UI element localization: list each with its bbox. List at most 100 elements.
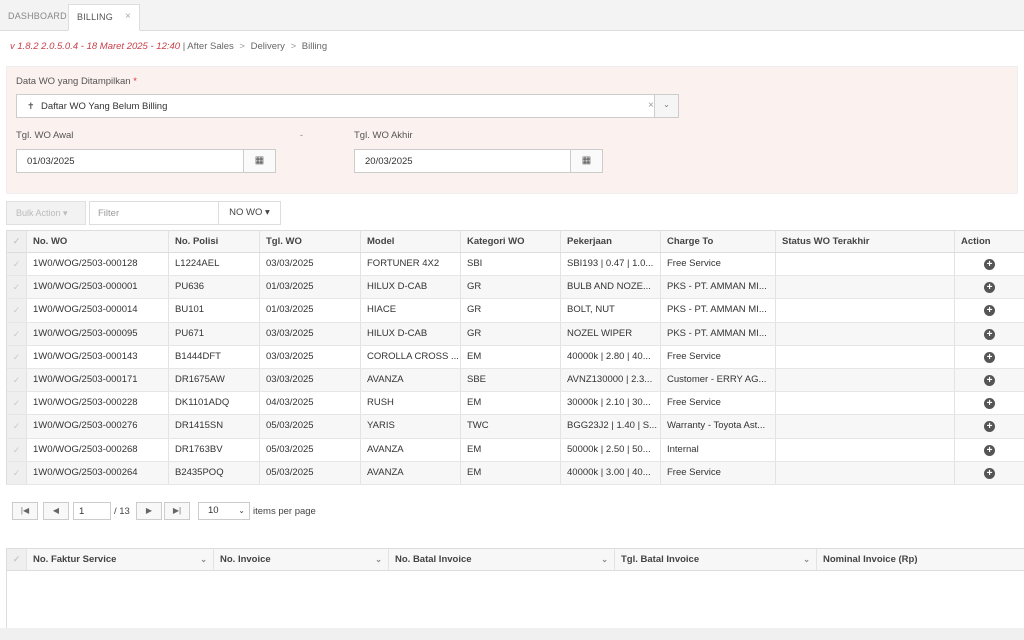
- add-circle-icon[interactable]: +: [984, 259, 995, 270]
- breadcrumb-item-delivery[interactable]: Delivery: [251, 41, 285, 52]
- column-header-nominal-invoice[interactable]: Nominal Invoice (Rp): [817, 549, 1024, 570]
- cell-tgl-wo: 05/03/2025: [260, 461, 361, 484]
- tgl-akhir-field[interactable]: 20/03/2025 ▦: [354, 149, 603, 173]
- column-header-pekerjaan[interactable]: Pekerjaan: [561, 231, 661, 252]
- table-row[interactable]: ✓ 1W0/WOG/2503-000001 PU636 01/03/2025 HILUX…: [7, 276, 1024, 300]
- add-circle-icon[interactable]: +: [984, 398, 995, 410]
- table-row[interactable]: ✓ 1W0/WOG/2503-000228 DK1101ADQ 04/03/2025 R…: [7, 392, 1024, 416]
- cell-model: AVANZA: [361, 438, 461, 461]
- add-circle-icon[interactable]: +: [984, 444, 995, 456]
- row-checkbox[interactable]: ✓: [7, 368, 27, 392]
- column-header-no-invoice-label: No. Invoice: [220, 554, 271, 565]
- add-circle-icon[interactable]: +: [984, 328, 995, 340]
- column-header-no-faktur-service[interactable]: No. Faktur Service ⌄: [27, 549, 214, 570]
- cell-model: COROLLA CROSS ...: [361, 345, 461, 368]
- table-row[interactable]: ✓ 1W0/WOG/2503-000128 L1224AEL 03/03/2025 FO…: [7, 253, 1024, 277]
- table-row[interactable]: ✓ 1W0/WOG/2503-000143 B1444DFT 03/03/2025 CO…: [7, 345, 1024, 369]
- cell-no-polisi: DR1415SN: [169, 415, 260, 438]
- first-page-button[interactable]: |◀: [12, 502, 38, 520]
- add-circle-icon[interactable]: +: [984, 467, 995, 479]
- invoice-select-all-checkbox[interactable]: ✓: [7, 549, 27, 570]
- items-per-page-label: items per page: [253, 506, 316, 517]
- column-header-no-invoice[interactable]: No. Invoice ⌄: [214, 549, 389, 570]
- cell-pekerjaan: 50000k | 2.50 | 50...: [561, 438, 661, 461]
- column-header-charge-to[interactable]: Charge To: [661, 231, 776, 252]
- cell-tgl-wo: 03/03/2025: [260, 345, 361, 368]
- column-header-kategori-wo[interactable]: Kategori WO: [461, 231, 561, 252]
- cell-action: +: [955, 346, 1024, 368]
- page-count: / 13: [114, 506, 130, 517]
- cell-no-polisi: DR1763BV: [169, 438, 260, 461]
- column-header-no-polisi[interactable]: No. Polisi: [169, 231, 260, 252]
- last-page-button[interactable]: ▶|: [164, 502, 190, 520]
- chevron-down-icon[interactable]: ⌄: [601, 549, 608, 570]
- calendar-icon[interactable]: ▦: [570, 150, 602, 172]
- table-row[interactable]: ✓ 1W0/WOG/2503-000268 DR1763BV 05/03/2025 AV…: [7, 438, 1024, 462]
- column-header-status-wo-terakhir[interactable]: Status WO Terakhir: [776, 231, 955, 252]
- chevron-right-icon: >: [290, 41, 297, 52]
- column-header-tgl-batal-invoice[interactable]: Tgl. Batal Invoice ⌄: [615, 549, 817, 570]
- table-row[interactable]: ✓ 1W0/WOG/2503-000171 DR1675AW 03/03/2025 AV…: [7, 368, 1024, 393]
- cell-charge-to: Warranty - Toyota Ast...: [661, 415, 776, 438]
- column-header-no-batal-invoice[interactable]: No. Batal Invoice ⌄: [389, 549, 615, 570]
- cell-charge-to: Free Service: [661, 345, 776, 368]
- cell-pekerjaan: AVNZ130000 | 2.3...: [561, 368, 661, 392]
- page-number-input[interactable]: [73, 502, 111, 520]
- column-filter-dropdown[interactable]: NO WO ▾: [218, 201, 281, 225]
- cell-pekerjaan: 40000k | 2.80 | 40...: [561, 345, 661, 368]
- caret-down-icon: ▾: [63, 208, 68, 218]
- cell-tgl-wo: 01/03/2025: [260, 276, 361, 299]
- bulk-action-button[interactable]: Bulk Action ▾: [6, 201, 86, 225]
- items-per-page-select[interactable]: 10 ⌄: [198, 502, 250, 520]
- filter-input[interactable]: [89, 201, 219, 225]
- cell-no-wo: 1W0/WOG/2503-000268: [27, 438, 169, 461]
- chevron-down-icon[interactable]: ⌄: [200, 549, 207, 570]
- chevron-down-icon[interactable]: ⌄: [375, 549, 382, 570]
- row-checkbox[interactable]: ✓: [7, 461, 27, 484]
- table-row[interactable]: ✓ 1W0/WOG/2503-000264 B2435POQ 05/03/2025 AV…: [7, 461, 1024, 485]
- data-wo-select[interactable]: ✝ Daftar WO Yang Belum Billing × ⌄: [16, 94, 679, 118]
- chevron-down-icon[interactable]: ⌄: [654, 95, 678, 117]
- cell-model: RUSH: [361, 392, 461, 415]
- table-row[interactable]: ✓ 1W0/WOG/2503-000095 PU671 03/03/2025 HILUX…: [7, 322, 1024, 346]
- row-checkbox[interactable]: ✓: [7, 253, 27, 276]
- row-checkbox[interactable]: ✓: [7, 392, 27, 415]
- prev-page-button[interactable]: ◀: [43, 502, 69, 520]
- chevron-down-icon[interactable]: ⌄: [803, 549, 810, 570]
- cell-tgl-wo: 05/03/2025: [260, 415, 361, 438]
- column-header-action: Action: [955, 231, 1024, 252]
- row-checkbox[interactable]: ✓: [7, 345, 27, 368]
- tgl-akhir-value: 20/03/2025: [365, 156, 413, 167]
- add-circle-icon[interactable]: +: [984, 282, 995, 294]
- add-circle-icon[interactable]: +: [984, 374, 995, 386]
- add-circle-icon[interactable]: +: [984, 351, 995, 363]
- table-row[interactable]: ✓ 1W0/WOG/2503-000014 BU101 01/03/2025 HIACE…: [7, 299, 1024, 323]
- add-circle-icon[interactable]: +: [984, 421, 995, 433]
- column-header-no-wo[interactable]: No. WO: [27, 231, 169, 252]
- column-header-tgl-wo[interactable]: Tgl. WO: [260, 231, 361, 252]
- row-checkbox[interactable]: ✓: [7, 299, 27, 322]
- breadcrumb-item-after-sales[interactable]: After Sales: [187, 41, 233, 52]
- table-row[interactable]: ✓ 1W0/WOG/2503-000276 DR1415SN 05/03/2025 YA…: [7, 415, 1024, 439]
- cell-kategori-wo: SBE: [461, 368, 561, 392]
- clear-icon[interactable]: ×: [648, 100, 654, 111]
- add-circle-icon[interactable]: +: [984, 305, 995, 317]
- version-text: v 1.8.2 2.0.5.0.4 - 18 Maret 2025 - 12:4…: [10, 41, 181, 52]
- column-header-model[interactable]: Model: [361, 231, 461, 252]
- row-checkbox[interactable]: ✓: [7, 322, 27, 345]
- data-wo-label: Data WO yang Ditampilkan *: [16, 76, 137, 87]
- tab-billing[interactable]: BILLING ×: [68, 4, 140, 31]
- row-checkbox[interactable]: ✓: [7, 415, 27, 438]
- breadcrumb-divider: |: [182, 41, 186, 52]
- cell-action: +: [955, 369, 1024, 391]
- next-page-button[interactable]: ▶: [136, 502, 162, 520]
- row-checkbox[interactable]: ✓: [7, 276, 27, 299]
- cell-tgl-wo: 03/03/2025: [260, 368, 361, 392]
- select-all-checkbox[interactable]: ✓: [7, 231, 27, 252]
- row-checkbox[interactable]: ✓: [7, 438, 27, 461]
- tab-dashboard[interactable]: DASHBOARD: [0, 4, 75, 31]
- calendar-icon[interactable]: ▦: [243, 150, 275, 172]
- tgl-awal-field[interactable]: 01/03/2025 ▦: [16, 149, 276, 173]
- data-wo-label-text: Data WO yang Ditampilkan: [16, 76, 131, 87]
- close-icon[interactable]: ×: [125, 5, 131, 29]
